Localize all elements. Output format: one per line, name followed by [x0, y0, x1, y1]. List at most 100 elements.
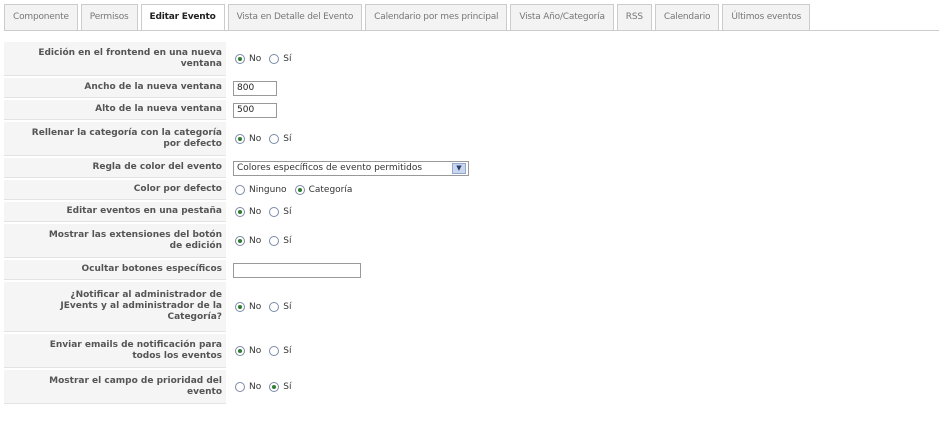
setting-label: Edición en el frontend en una nueva vent…: [4, 42, 226, 76]
tab-vista-ano-categoria[interactable]: Vista Año/Categoría: [510, 4, 614, 31]
setting-value: [231, 260, 934, 280]
setting-label: Mostrar el campo de prioridad del evento: [4, 370, 226, 404]
radio-no-label[interactable]: No: [249, 236, 261, 246]
tab-divider: [4, 30, 939, 31]
radio-si-label[interactable]: Sí: [283, 236, 291, 246]
radio-si-label[interactable]: Sí: [283, 207, 291, 217]
radio-ninguno[interactable]: [235, 185, 245, 195]
setting-value: No Sí: [231, 122, 934, 156]
label-line: ¿Notificar al administrador de: [70, 290, 222, 300]
radio-no-label[interactable]: No: [249, 302, 261, 312]
radio-si[interactable]: [269, 382, 280, 392]
setting-label: Rellenar la categoría con la categoría p…: [4, 122, 226, 156]
setting-row-window-width: Ancho de la nueva ventana: [4, 78, 934, 98]
chevron-down-icon[interactable]: ▼: [452, 162, 466, 174]
label-line: Categoría?: [167, 312, 222, 322]
label-line: ventana: [180, 58, 222, 69]
tab-calendario-mes-principal[interactable]: Calendario por mes principal: [365, 4, 508, 31]
radio-no[interactable]: [235, 302, 245, 312]
setting-value: [231, 78, 934, 98]
setting-label: Ancho de la nueva ventana: [4, 78, 226, 98]
radio-si-label[interactable]: Sí: [283, 382, 291, 392]
radio-categoria-label[interactable]: Categoría: [309, 185, 353, 195]
setting-value: Ninguno Categoría: [231, 180, 934, 200]
color-rule-selected-value: Colores específicos de evento permitidos: [237, 163, 423, 173]
label-line: Color por defecto: [133, 184, 222, 194]
radio-si[interactable]: [269, 134, 280, 144]
radio-si[interactable]: [269, 236, 280, 246]
radio-ninguno-label[interactable]: Ninguno: [249, 185, 287, 195]
radio-no-label[interactable]: No: [249, 382, 261, 392]
tab-ultimos-eventos[interactable]: Últimos eventos: [722, 4, 811, 31]
window-width-input[interactable]: [233, 80, 277, 96]
radio-si[interactable]: [269, 302, 280, 312]
setting-label: ¿Notificar al administrador de JEvents y…: [4, 282, 226, 332]
radio-no[interactable]: [235, 382, 245, 392]
setting-row-edit-in-tab: Editar eventos en una pestaña No Sí: [4, 202, 934, 222]
setting-label: Editar eventos en una pestaña: [4, 202, 226, 222]
radio-no[interactable]: [235, 207, 245, 217]
radio-no-label[interactable]: No: [249, 346, 261, 356]
label-line: Mostrar el campo de prioridad del: [49, 375, 222, 386]
label-line: Alto de la nueva ventana: [95, 104, 222, 114]
radio-no-label[interactable]: No: [249, 207, 261, 217]
radio-si-label[interactable]: Sí: [283, 54, 291, 64]
radio-si-label[interactable]: Sí: [283, 134, 291, 144]
tab-calendario[interactable]: Calendario: [654, 4, 720, 31]
color-rule-select[interactable]: Colores específicos de evento permitidos…: [233, 160, 469, 176]
setting-value: No Sí: [231, 202, 934, 222]
setting-value: No Sí: [231, 42, 934, 76]
setting-row-send-notification-emails: Enviar emails de notificación para todos…: [4, 334, 934, 368]
tab-vista-detalle-evento[interactable]: Vista en Detalle del Evento: [227, 4, 363, 31]
radio-si-label[interactable]: Sí: [283, 302, 291, 312]
setting-row-fill-default-category: Rellenar la categoría con la categoría p…: [4, 122, 934, 156]
radio-si-label[interactable]: Sí: [283, 346, 291, 356]
setting-value: Colores específicos de evento permitidos…: [231, 158, 934, 178]
setting-value: No Sí: [231, 224, 934, 258]
label-line: Ancho de la nueva ventana: [84, 82, 222, 92]
setting-label: Ocultar botones específicos: [4, 260, 226, 280]
setting-row-hide-specific-buttons: Ocultar botones específicos: [4, 260, 934, 280]
label-line: Editar eventos en una pestaña: [66, 206, 222, 216]
label-line: por defecto: [163, 138, 222, 149]
label-line: Enviar emails de notificación para: [49, 339, 222, 350]
tab-rss[interactable]: RSS: [616, 4, 652, 31]
setting-label: Color por defecto: [4, 180, 226, 200]
radio-no[interactable]: [235, 346, 245, 356]
setting-row-default-color: Color por defecto Ninguno Categoría: [4, 180, 934, 200]
radio-si[interactable]: [269, 54, 280, 64]
radio-no-label[interactable]: No: [249, 54, 261, 64]
label-line: JEvents y al administrador de la: [60, 301, 222, 311]
tab-permisos[interactable]: Permisos: [80, 4, 138, 31]
radio-no[interactable]: [235, 54, 245, 64]
setting-label: Mostrar las extensiones del botón de edi…: [4, 224, 226, 258]
tab-editar-evento[interactable]: Editar Evento: [140, 4, 225, 31]
radio-si[interactable]: [269, 346, 280, 356]
label-line: Rellenar la categoría con la categoría: [31, 127, 222, 138]
label-line: Edición en el frontend en una nueva: [38, 47, 222, 58]
setting-row-notify-admin: ¿Notificar al administrador de JEvents y…: [4, 282, 934, 332]
label-line: Mostrar las extensiones del botón: [48, 229, 222, 240]
setting-label: Alto de la nueva ventana: [4, 100, 226, 120]
setting-label: Enviar emails de notificación para todos…: [4, 334, 226, 368]
label-line: evento: [187, 386, 222, 397]
setting-row-frontend-new-window: Edición en el frontend en una nueva vent…: [4, 42, 934, 76]
setting-value: [231, 100, 934, 120]
radio-no-label[interactable]: No: [249, 134, 261, 144]
tab-bar: Componente Permisos Editar Evento Vista …: [4, 4, 813, 31]
radio-categoria[interactable]: [294, 185, 305, 195]
hide-specific-buttons-input[interactable]: [233, 262, 361, 278]
setting-row-show-priority-field: Mostrar el campo de prioridad del evento…: [4, 370, 934, 404]
setting-value: No Sí: [231, 282, 934, 332]
setting-row-show-button-extensions: Mostrar las extensiones del botón de edi…: [4, 224, 934, 258]
radio-no[interactable]: [235, 236, 245, 246]
setting-row-color-rule: Regla de color del evento Colores especí…: [4, 158, 934, 178]
tab-componente[interactable]: Componente: [4, 4, 78, 31]
label-line: Ocultar botones específicos: [81, 264, 222, 274]
window-height-input[interactable]: [233, 102, 277, 118]
radio-si[interactable]: [269, 207, 280, 217]
setting-label: Regla de color del evento: [4, 158, 226, 178]
label-line: Regla de color del evento: [92, 162, 222, 172]
radio-no[interactable]: [235, 134, 245, 144]
setting-value: No Sí: [231, 334, 934, 368]
